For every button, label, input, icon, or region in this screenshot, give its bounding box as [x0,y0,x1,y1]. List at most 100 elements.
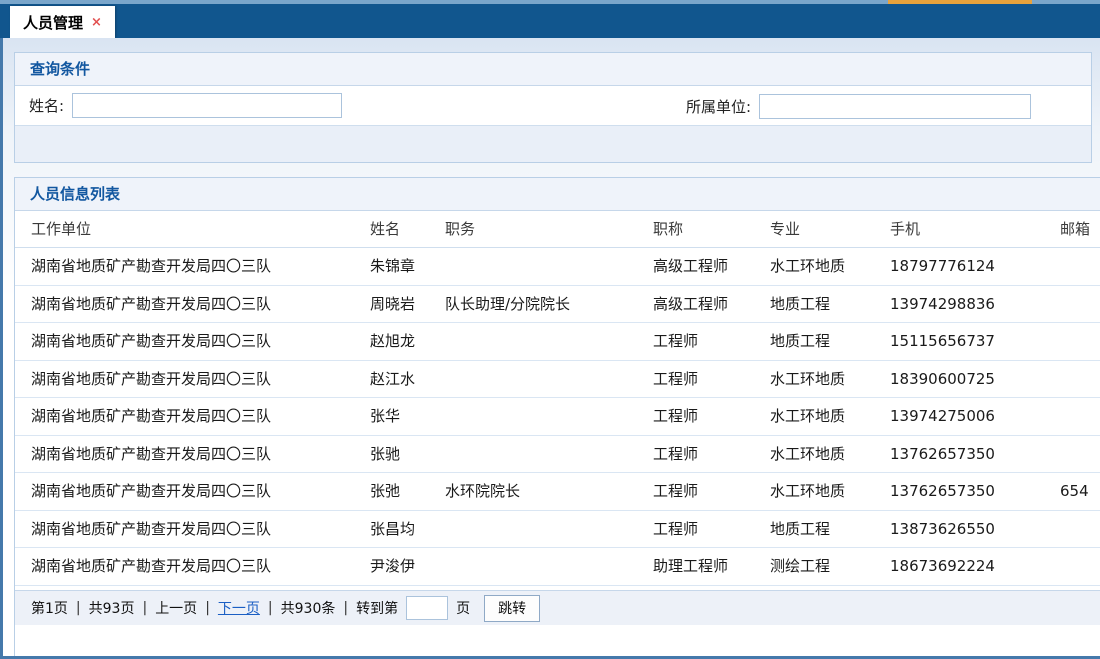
table-row[interactable]: 湖南省地质矿产勘查开发局四〇三队张驰 工程师水工环地质13762657350 [15,436,1100,474]
cell-major: 地质工程 [770,511,890,548]
cell-email [1060,398,1100,435]
table-row[interactable]: 湖南省地质矿产勘查开发局四〇三队赵旭龙 工程师地质工程15115656737 [15,323,1100,361]
cell-major: 水工环地质 [770,398,890,435]
tab-label: 人员管理 [23,12,83,33]
cell-phone: 13974298836 [890,286,1060,323]
cell-name: 张弛 [370,473,445,510]
column-header-name: 姓名 [370,211,445,247]
table-row[interactable]: 湖南省地质矿产勘查开发局四〇三队赵江水 工程师水工环地质18390600725 [15,361,1100,399]
cell-unit: 湖南省地质矿产勘查开发局四〇三队 [15,511,370,548]
column-header-email: 邮箱 [1060,211,1100,247]
cell-name: 赵江水 [370,361,445,398]
current-page-label: 第1页 [31,598,68,618]
cell-email [1060,248,1100,285]
cell-position [445,436,653,473]
goto-page-input[interactable] [406,596,448,620]
cell-unit: 湖南省地质矿产勘查开发局四〇三队 [15,286,370,323]
query-conditions-panel: 查询条件 姓名: 所属单位: [14,52,1092,163]
cell-position [445,361,653,398]
table-row[interactable]: 湖南省地质矿产勘查开发局四〇三队朱锦章高级工程师水工环地质18797776124 [15,248,1100,286]
personnel-table-body: 湖南省地质矿产勘查开发局四〇三队朱锦章高级工程师水工环地质18797776124… [15,248,1100,623]
cell-unit: 湖南省地质矿产勘查开发局四〇三队 [15,361,370,398]
cell-phone: 13974275006 [890,398,1060,435]
name-field-label: 姓名: [29,95,64,116]
column-header-job-title: 职称 [653,211,770,247]
pager-separator: | [142,600,147,616]
column-header-position: 职务 [445,211,653,247]
cell-job-title: 工程师 [653,361,770,398]
table-row[interactable]: 湖南省地质矿产勘查开发局四〇三队张弛水环院院长工程师水工环地质137626573… [15,473,1100,511]
cell-name: 周晓岩 [370,286,445,323]
cell-name: 张华 [370,398,445,435]
cell-unit: 湖南省地质矿产勘查开发局四〇三队 [15,248,370,285]
column-header-major: 专业 [770,211,890,247]
column-header-unit: 工作单位 [15,211,370,247]
cell-position: 队长助理/分院院长 [445,286,653,323]
total-records-label: 共930条 [281,598,336,618]
cell-major: 水工环地质 [770,361,890,398]
cell-major: 测绘工程 [770,548,890,585]
query-form-row: 姓名: 所属单位: [15,86,1091,126]
cell-unit: 湖南省地质矿产勘查开发局四〇三队 [15,436,370,473]
cell-position [445,511,653,548]
cell-job-title: 工程师 [653,511,770,548]
cell-job-title: 工程师 [653,323,770,360]
pager-separator: | [76,600,81,616]
cell-name: 张驰 [370,436,445,473]
unit-input[interactable] [759,94,1031,119]
cell-unit: 湖南省地质矿产勘查开发局四〇三队 [15,473,370,510]
cell-phone: 18797776124 [890,248,1060,285]
cell-email [1060,323,1100,360]
unit-field-label: 所属单位: [686,96,751,117]
cell-phone: 15115656737 [890,323,1060,360]
cell-phone: 13873626550 [890,511,1060,548]
cell-name: 朱锦章 [370,248,445,285]
cell-job-title: 高级工程师 [653,286,770,323]
cell-name: 尹浚伊 [370,548,445,585]
cell-job-title: 高级工程师 [653,248,770,285]
next-page-link[interactable]: 下一页 [218,598,260,618]
name-input[interactable] [72,93,342,118]
cell-job-title: 助理工程师 [653,548,770,585]
cell-phone: 13762657350 [890,436,1060,473]
cell-major: 水工环地质 [770,436,890,473]
cell-job-title: 工程师 [653,436,770,473]
cell-phone: 18390600725 [890,361,1060,398]
table-row[interactable]: 湖南省地质矿产勘查开发局四〇三队周晓岩队长助理/分院院长高级工程师地质工程139… [15,286,1100,324]
cell-major: 地质工程 [770,323,890,360]
cell-position [445,398,653,435]
jump-button[interactable]: 跳转 [484,595,540,622]
cell-unit: 湖南省地质矿产勘查开发局四〇三队 [15,548,370,585]
pager-separator: | [268,600,273,616]
cell-phone: 13762657350 [890,473,1060,510]
cell-position: 水环院院长 [445,473,653,510]
tab-personnel-management[interactable]: 人员管理 × [10,6,115,38]
cell-position [445,248,653,285]
table-header-row: 工作单位姓名职务职称专业手机邮箱 [15,211,1100,248]
tab-close-icon[interactable]: × [91,16,102,29]
pagination-bar: 第1页 | 共93页 | 上一页 | 下一页 | 共930条 | 转到第 页 跳… [15,590,1100,625]
cell-email: 654 [1060,473,1100,510]
column-header-phone: 手机 [890,211,1060,247]
goto-page-suffix: 页 [456,598,470,618]
table-row[interactable]: 湖南省地质矿产勘查开发局四〇三队尹浚伊 助理工程师测绘工程18673692224 [15,548,1100,586]
prev-page-link[interactable]: 上一页 [155,598,197,618]
cell-unit: 湖南省地质矿产勘查开发局四〇三队 [15,398,370,435]
content-area: 查询条件 姓名: 所属单位: 人员信息列表 工作单位姓名职务职称专业手机邮箱 湖… [0,38,1100,659]
cell-major: 水工环地质 [770,473,890,510]
cell-email [1060,286,1100,323]
query-panel-title: 查询条件 [15,53,1091,86]
cell-phone: 18673692224 [890,548,1060,585]
cell-name: 赵旭龙 [370,323,445,360]
cell-email [1060,436,1100,473]
cell-job-title: 工程师 [653,473,770,510]
total-pages-label: 共93页 [89,598,135,618]
cell-unit: 湖南省地质矿产勘查开发局四〇三队 [15,323,370,360]
table-row[interactable]: 湖南省地质矿产勘查开发局四〇三队张华工程师水工环地质13974275006 [15,398,1100,436]
query-panel-footer [15,126,1091,162]
unit-field-group: 所属单位: [686,86,1031,126]
cell-email [1060,361,1100,398]
left-edge-strip [0,38,3,659]
table-row[interactable]: 湖南省地质矿产勘查开发局四〇三队张昌均工程师地质工程13873626550 [15,511,1100,549]
pager-separator: | [205,600,210,616]
